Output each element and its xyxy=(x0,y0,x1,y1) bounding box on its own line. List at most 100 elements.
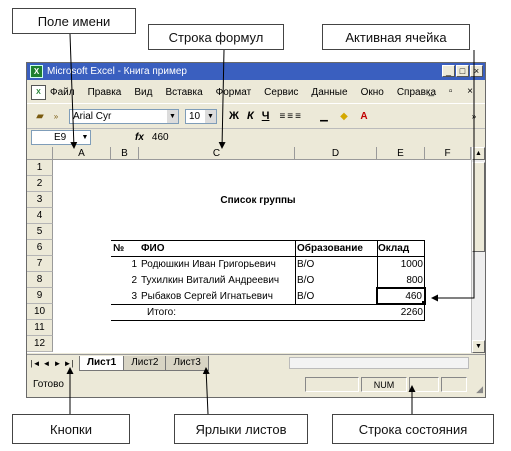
menu-file[interactable]: Файл xyxy=(50,87,75,98)
title-bar: X Microsoft Excel - Книга пример _ □ × xyxy=(27,63,485,80)
row-header-3[interactable]: 3 xyxy=(27,192,53,208)
callout-formula-bar: Строка формул xyxy=(148,24,284,50)
toolbar-more-icon[interactable]: » xyxy=(49,109,63,123)
sheet-title[interactable]: Список группы xyxy=(139,192,377,208)
maximize-button[interactable]: □ xyxy=(456,65,469,77)
header-name[interactable]: ФИО xyxy=(141,240,293,256)
record-3-edu[interactable]: В/О xyxy=(297,288,377,304)
vertical-scrollbar[interactable]: ▲ ▼ xyxy=(471,147,485,353)
callout-nav-buttons: Кнопки xyxy=(12,414,130,444)
scroll-thumb[interactable] xyxy=(472,162,485,252)
row-header-9[interactable]: 9 xyxy=(27,288,53,304)
select-all-corner[interactable] xyxy=(27,147,53,160)
close-button[interactable]: × xyxy=(470,65,483,77)
toolbar-options-icon[interactable]: » xyxy=(467,109,481,123)
menu-view[interactable]: Вид xyxy=(134,87,152,98)
excel-window: X Microsoft Excel - Книга пример _ □ × X… xyxy=(26,62,486,398)
row-header-5[interactable]: 5 xyxy=(27,224,53,240)
header-num[interactable]: № xyxy=(113,240,139,256)
align-buttons[interactable]: ≡≡≡ xyxy=(279,111,303,122)
row-header-2[interactable]: 2 xyxy=(27,176,53,192)
status-panel-1 xyxy=(305,377,359,392)
row-header-1[interactable]: 1 xyxy=(27,160,53,176)
callout-status-bar: Строка состояния xyxy=(332,414,494,444)
status-panel-3 xyxy=(409,377,439,392)
menu-insert[interactable]: Вставка xyxy=(165,87,202,98)
callout-active-cell: Активная ячейка xyxy=(322,24,470,50)
record-1-salary[interactable]: 1000 xyxy=(377,256,423,272)
menu-format[interactable]: Формат xyxy=(216,87,252,98)
formatting-toolbar: ▰ » Arial Cyr ▼ 10 ▼ Ж К Ч ≡≡≡ ▁ ◆ A » xyxy=(27,103,485,129)
minimize-button[interactable]: _ xyxy=(442,65,455,77)
prev-sheet-button[interactable]: ◄ xyxy=(41,359,52,368)
font-color-icon[interactable]: A xyxy=(357,109,371,123)
menu-window[interactable]: Окно xyxy=(361,87,384,98)
menu-tools[interactable]: Сервис xyxy=(264,87,298,98)
column-header-b[interactable]: B xyxy=(111,147,139,160)
fx-icon[interactable]: fx xyxy=(135,132,144,143)
document-icon[interactable]: X xyxy=(31,84,46,100)
record-1-name[interactable]: Родюшкин Иван Григорьевич xyxy=(141,256,295,272)
active-cell-e9[interactable]: 460 xyxy=(377,288,422,304)
font-size-value: 10 xyxy=(189,110,201,122)
status-ready: Готово xyxy=(33,378,64,390)
column-header-a[interactable]: A xyxy=(53,147,111,160)
document-controls[interactable]: _ ▫ × xyxy=(428,86,479,97)
underline-button[interactable]: Ч xyxy=(262,110,270,122)
name-box[interactable]: E9 ▼ xyxy=(31,129,91,145)
header-education[interactable]: Образование xyxy=(297,240,377,256)
row-header-10[interactable]: 10 xyxy=(27,304,53,320)
last-sheet-button[interactable]: ►| xyxy=(63,359,74,368)
font-name-select[interactable]: Arial Cyr ▼ xyxy=(69,108,179,124)
menu-edit[interactable]: Правка xyxy=(88,87,122,98)
formula-bar: E9 ▼ fx 460 xyxy=(27,128,485,146)
resize-grip-icon[interactable]: ◢ xyxy=(476,384,483,395)
total-label[interactable]: Итого: xyxy=(147,304,287,320)
chevron-down-icon: ▼ xyxy=(205,109,216,123)
horizontal-scrollbar[interactable] xyxy=(289,357,469,369)
record-2-edu[interactable]: В/О xyxy=(297,272,377,288)
record-3-name[interactable]: Рыбаков Сергей Игнатьевич xyxy=(141,288,295,304)
tab-sheet2[interactable]: Лист2 xyxy=(123,355,167,371)
name-box-value: E9 xyxy=(54,131,67,143)
tab-sheet1[interactable]: Лист1 xyxy=(79,355,125,371)
row-header-7[interactable]: 7 xyxy=(27,256,53,272)
column-header-f[interactable]: F xyxy=(425,147,471,160)
record-2-num[interactable]: 2 xyxy=(111,272,137,288)
status-num: NUM xyxy=(361,377,407,392)
sheet-tabs-bar: |◄ ◄ ► ►| Лист1 Лист2 Лист3 xyxy=(27,354,485,371)
worksheet-grid[interactable]: A B C D E F 1 2 3 4 5 6 7 8 9 10 11 12 С… xyxy=(27,147,485,353)
status-bar: Готово NUM ◢ xyxy=(27,371,485,397)
status-panel-4 xyxy=(441,377,467,392)
menu-data[interactable]: Данные xyxy=(311,87,347,98)
row-header-4[interactable]: 4 xyxy=(27,208,53,224)
formula-input[interactable]: 460 xyxy=(152,132,169,143)
menu-bar: X Файл Правка Вид Вставка Формат Сервис … xyxy=(27,81,485,103)
record-1-num[interactable]: 1 xyxy=(111,256,137,272)
column-header-e[interactable]: E xyxy=(377,147,425,160)
borders-icon[interactable]: ▁ xyxy=(317,109,331,123)
font-size-select[interactable]: 10 ▼ xyxy=(185,108,217,124)
header-salary[interactable]: Оклад xyxy=(378,240,424,256)
bold-button[interactable]: Ж xyxy=(229,110,239,122)
scroll-up-icon[interactable]: ▲ xyxy=(472,147,485,160)
row-header-11[interactable]: 11 xyxy=(27,320,53,336)
first-sheet-button[interactable]: |◄ xyxy=(30,359,41,368)
next-sheet-button[interactable]: ► xyxy=(52,359,63,368)
column-header-d[interactable]: D xyxy=(295,147,377,160)
tab-sheet3[interactable]: Лист3 xyxy=(165,355,209,371)
italic-button[interactable]: К xyxy=(247,110,254,122)
row-header-12[interactable]: 12 xyxy=(27,336,53,352)
window-title: Microsoft Excel - Книга пример xyxy=(47,66,187,77)
record-2-salary[interactable]: 800 xyxy=(377,272,423,288)
total-value[interactable]: 2260 xyxy=(377,304,423,320)
open-folder-icon[interactable]: ▰ xyxy=(33,109,47,123)
record-1-edu[interactable]: В/О xyxy=(297,256,377,272)
column-header-c[interactable]: C xyxy=(139,147,295,160)
scroll-down-icon[interactable]: ▼ xyxy=(472,340,485,353)
fill-color-icon[interactable]: ◆ xyxy=(337,109,351,123)
row-header-6[interactable]: 6 xyxy=(27,240,53,256)
record-2-name[interactable]: Тухилкин Виталий Андреевич xyxy=(141,272,295,288)
row-header-8[interactable]: 8 xyxy=(27,272,53,288)
record-3-num[interactable]: 3 xyxy=(111,288,137,304)
